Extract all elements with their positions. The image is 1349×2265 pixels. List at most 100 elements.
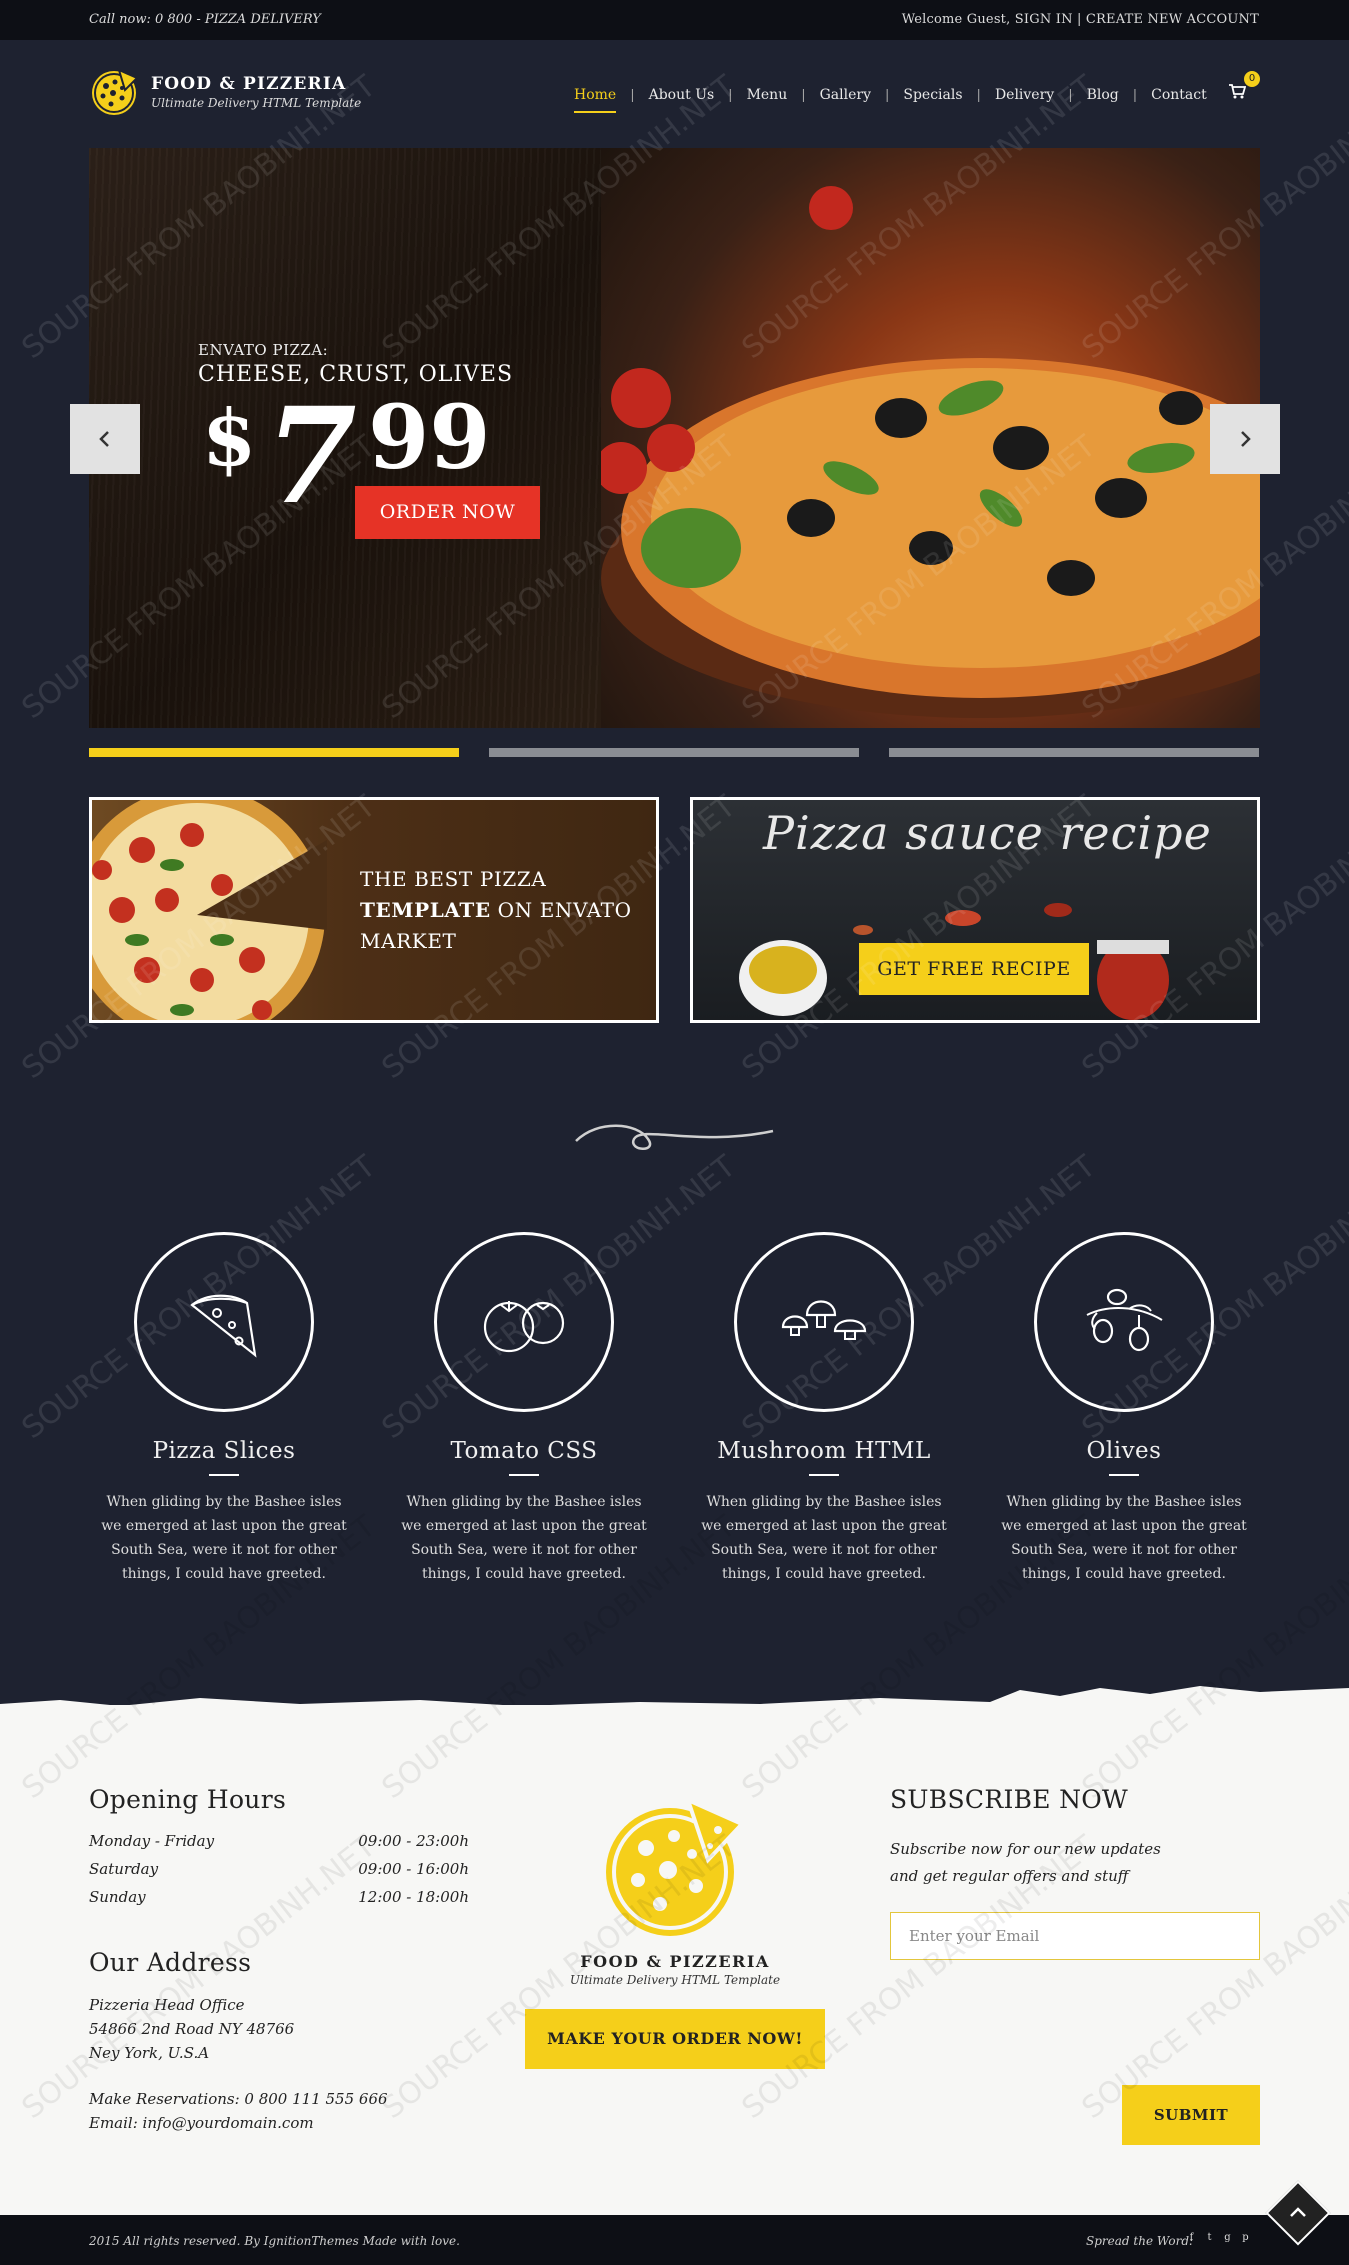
twitter-icon[interactable]: t (1203, 2232, 1216, 2245)
olives-icon (1086, 1288, 1163, 1352)
slide-indicator-1[interactable] (89, 748, 459, 757)
feature-icon-circle (134, 1232, 314, 1412)
address-title: Our Address (89, 1948, 252, 1977)
feature-tomato-css: Tomato CSS When gliding by the Bashee is… (389, 1232, 659, 1586)
googleplus-icon[interactable]: g (1221, 2232, 1234, 2245)
feature-underline (209, 1474, 239, 1476)
cart-count-badge: 0 (1244, 71, 1260, 87)
hero-pizza-image (595, 148, 1260, 728)
email-field[interactable] (890, 1912, 1260, 1960)
feature-icon-circle (434, 1232, 614, 1412)
hours-row: Saturday 09:00 - 16:00h (89, 1860, 469, 1878)
opening-hours-title: Opening Hours (89, 1785, 287, 1814)
subscribe-title: SUBSCRIBE NOW (890, 1785, 1129, 1814)
submit-button[interactable]: SUBMIT (1122, 2085, 1260, 2145)
top-bar: Call now: 0 800 - PIZZA DELIVERY Welcome… (0, 0, 1349, 40)
create-account-link[interactable]: CREATE NEW ACCOUNT (1086, 12, 1259, 27)
slider-next-button[interactable] (1210, 404, 1280, 474)
sauce-title: Pizza sauce recipe (763, 806, 1212, 860)
feature-title: Olives (1086, 1438, 1162, 1464)
nav-delivery[interactable]: Delivery (981, 87, 1068, 103)
sign-in-link[interactable]: SIGN IN (1015, 12, 1073, 27)
hours-day: Monday - Friday (89, 1832, 215, 1850)
hero-price-main: 7 (265, 379, 357, 534)
feature-text: When gliding by the Bashee isles we emer… (401, 1494, 647, 1582)
copyright-text: 2015 All rights reserved. By IgnitionThe… (89, 2234, 460, 2248)
address-line: Ney York, U.S.A (89, 2044, 210, 2062)
feature-underline (1109, 1474, 1139, 1476)
chevron-up-icon (1290, 2207, 1306, 2217)
account-separator: | (1072, 12, 1086, 27)
opening-hours: Opening Hours Monday - Friday 09:00 - 23:… (89, 1785, 469, 1906)
promo-best-template[interactable]: THE BEST PIZZA TEMPLATE ON ENVATO MARKET (89, 797, 659, 1023)
slide-indicator-2[interactable] (489, 748, 859, 757)
subscribe-section: SUBSCRIBE NOW Subscribe now for our new … (890, 1785, 1260, 2145)
chevron-left-icon (99, 431, 109, 447)
feature-text: When gliding by the Bashee isles we emer… (1001, 1494, 1247, 1582)
nav-about-us[interactable]: About Us (635, 87, 729, 103)
contact-email[interactable]: Email: info@yourdomain.com (89, 2111, 469, 2135)
slide-indicator-3[interactable] (889, 748, 1259, 757)
cart-button[interactable]: 0 (1228, 71, 1260, 103)
order-now-button[interactable]: ORDER NOW (355, 486, 540, 539)
hero-currency: $ (202, 393, 257, 484)
pizza-illustration (595, 186, 1260, 718)
address-line: Pizzeria Head Office (89, 1996, 245, 2014)
pizza-logo-icon (92, 68, 139, 115)
feature-icon-circle (734, 1232, 914, 1412)
nav-home[interactable]: Home (560, 87, 630, 113)
get-free-recipe-button[interactable]: GET FREE RECIPE (859, 943, 1089, 995)
nav-blog[interactable]: Blog (1073, 87, 1133, 103)
promo-best-text: THE BEST PIZZA TEMPLATE ON ENVATO MARKET (360, 864, 640, 957)
nav-specials[interactable]: Specials (889, 87, 976, 103)
tomato-icon (483, 1301, 565, 1353)
promo-best-bold: TEMPLATE (360, 898, 491, 922)
divider-flourish-icon (575, 1124, 774, 1150)
nav-contact[interactable]: Contact (1137, 87, 1221, 103)
feature-icon-circle (1034, 1232, 1214, 1412)
pizza-top-view-image (92, 800, 327, 1020)
subscribe-description: Subscribe now for our new updates and ge… (890, 1836, 1260, 1890)
footer-info: Opening Hours Monday - Friday 09:00 - 23:… (0, 1705, 1349, 2215)
hours-row: Monday - Friday 09:00 - 23:00h (89, 1832, 469, 1850)
feature-text: When gliding by the Bashee isles we emer… (701, 1494, 947, 1582)
pinterest-icon[interactable]: p (1239, 2232, 1252, 2245)
nav-gallery[interactable]: Gallery (806, 87, 885, 103)
hours-row: Sunday 12:00 - 18:00h (89, 1888, 469, 1906)
feature-title: Pizza Slices (152, 1438, 296, 1464)
feature-title: Tomato CSS (450, 1438, 598, 1464)
reservations-phone[interactable]: Make Reservations: 0 800 111 555 666 (89, 2087, 469, 2111)
footer-brand-name: FOOD & PIZZERIA (580, 1952, 770, 1971)
hours-time: 12:00 - 18:00h (358, 1888, 469, 1906)
feature-olives: Olives When gliding by the Bashee isles … (989, 1232, 1259, 1586)
chevron-right-icon (1241, 431, 1251, 447)
slider-prev-button[interactable] (70, 404, 140, 474)
call-now-text: Call now: 0 800 - PIZZA DELIVERY (89, 12, 321, 27)
address-lines: Pizzeria Head Office 54866 2nd Road NY 4… (89, 1993, 469, 2065)
hours-day: Saturday (89, 1860, 159, 1878)
footer-brand: FOOD & PIZZERIA Ultimate Delivery HTML T… (520, 1790, 830, 2069)
make-order-button[interactable]: MAKE YOUR ORDER NOW! (525, 2009, 825, 2069)
hero-pretitle: ENVATO PIZZA: (198, 341, 329, 359)
brand-name: FOOD & PIZZERIA (151, 74, 347, 94)
our-address: Our Address Pizzeria Head Office 54866 2… (89, 1948, 469, 2135)
feature-underline (809, 1474, 839, 1476)
subscribe-desc-line: Subscribe now for our new updates (890, 1840, 1161, 1858)
hours-time: 09:00 - 23:00h (358, 1832, 469, 1850)
main-nav: Home | About Us | Menu | Gallery | Speci… (560, 84, 1221, 113)
account-links: Welcome Guest, SIGN IN | CREATE NEW ACCO… (902, 12, 1259, 27)
nav-menu[interactable]: Menu (733, 87, 802, 103)
pizza-slice-icon (190, 1294, 257, 1358)
address-line: 54866 2nd Road NY 48766 (89, 2020, 295, 2038)
subscribe-desc-line: and get regular offers and stuff (890, 1867, 1129, 1885)
bottom-bar: 2015 All rights reserved. By IgnitionThe… (0, 2215, 1349, 2265)
hero-slider: ENVATO PIZZA: CHEESE, CRUST, OLIVES $ 7 … (89, 148, 1260, 728)
facebook-icon[interactable]: f (1185, 2232, 1198, 2245)
brand-tagline: Ultimate Delivery HTML Template (151, 96, 362, 110)
pizza-logo-icon (606, 1796, 746, 1936)
promo-sauce-recipe: Pizza sauce recipe GET FREE RECIPE (690, 797, 1260, 1023)
feature-text: When gliding by the Bashee isles we emer… (101, 1494, 347, 1582)
site-logo[interactable]: FOOD & PIZZERIA Ultimate Delivery HTML T… (89, 66, 389, 118)
promo-best-line1: THE BEST PIZZA (360, 867, 547, 891)
footer-brand-tagline: Ultimate Delivery HTML Template (569, 1973, 781, 1987)
